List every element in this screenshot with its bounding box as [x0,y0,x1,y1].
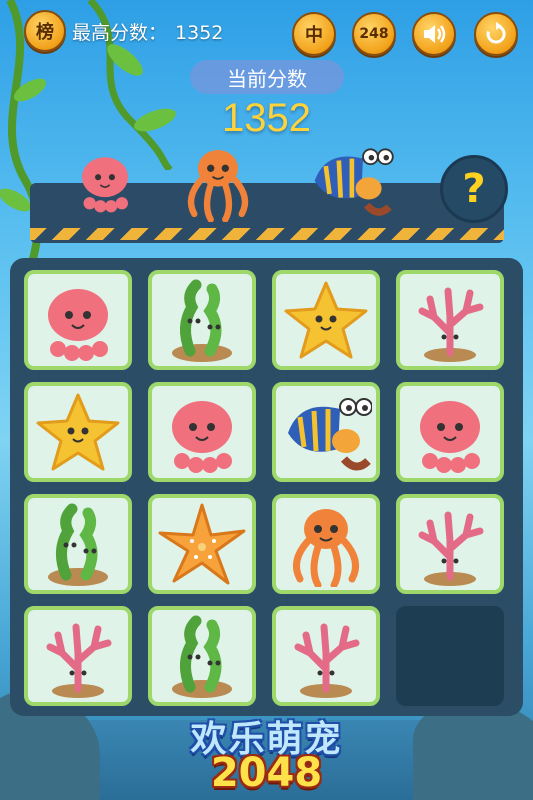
sound-button[interactable] [412,12,456,56]
board-tile[interactable] [148,606,256,706]
current-score-value: 1352 [222,96,311,140]
board-tile[interactable] [24,494,132,594]
help-button[interactable]: ? [440,155,508,223]
octopus-orange-icon [292,509,360,587]
board-tile[interactable] [24,382,132,482]
restart-button[interactable] [474,12,518,56]
board-tile[interactable] [272,270,380,370]
octopus-pink-icon [81,157,129,213]
empty-tile[interactable] [396,606,504,706]
speaker-icon [424,25,446,43]
octopus-orange-icon [187,150,249,222]
board-tile[interactable] [24,606,132,706]
board-tile[interactable] [272,606,380,706]
board-tile[interactable] [148,270,256,370]
seaweed-icon [48,503,108,586]
best-score-value: 1352 [175,22,224,44]
leaderboard-button[interactable]: 榜 [24,10,66,52]
coral-icon [294,623,360,698]
hermit-crab-icon [314,148,394,216]
board-tile[interactable] [148,382,256,482]
coral-icon [418,511,484,586]
starfish-smile-icon [36,393,120,471]
current-score-label: 当前分数 [190,60,344,94]
shelf-stripes [30,228,504,240]
best-score: 最高分数： 1352 [72,18,223,45]
board-tile[interactable] [148,494,256,594]
seaweed-icon [172,615,232,698]
logo-2048: 2048 [210,750,323,796]
board-tile[interactable] [396,382,504,482]
restart-icon [486,22,506,44]
board-tile[interactable] [272,382,380,482]
octopus-pink-icon [48,289,108,361]
starfish-orange-icon [158,503,246,585]
board-tile[interactable] [396,494,504,594]
mode-2048-button[interactable]: 248 [352,12,396,56]
starfish-smile-icon [284,281,368,359]
coral-icon [418,287,484,362]
game-board [10,258,523,716]
octopus-pink-icon [420,401,480,473]
top-bar: 榜 最高分数： 1352 中 248 [0,0,533,60]
coral-icon [46,623,112,698]
board-tile[interactable] [272,494,380,594]
best-score-label: 最高分数： [72,22,168,44]
board-tile[interactable] [396,270,504,370]
hermit-crab-icon [288,398,372,471]
seaweed-icon [172,279,232,362]
difficulty-button[interactable]: 中 [292,12,336,56]
board-tile[interactable] [24,270,132,370]
octopus-pink-icon [172,401,232,473]
